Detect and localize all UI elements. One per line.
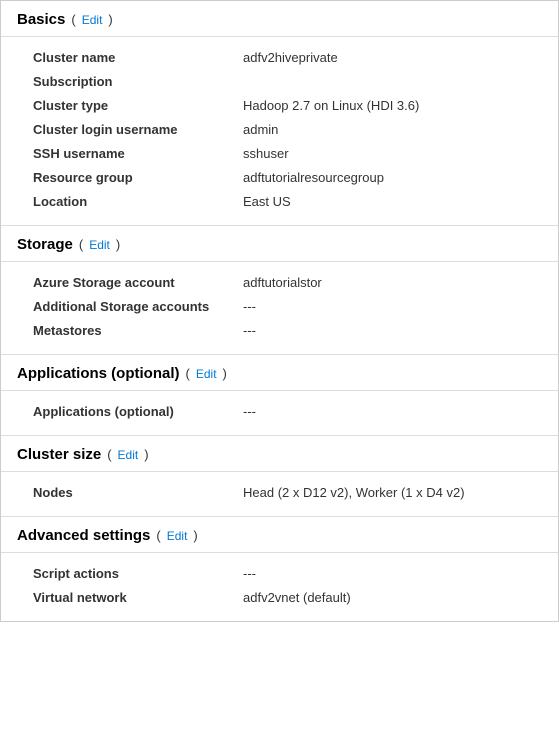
field-label: Virtual network [33, 589, 243, 605]
paren-close: ) [223, 366, 227, 381]
field-value: adftutorialstor [243, 274, 542, 290]
paren-open: ( [156, 528, 160, 543]
section-header-advanced-settings: Advanced settings ( Edit) [1, 517, 558, 552]
edit-link-storage[interactable]: Edit [89, 238, 110, 252]
field-row: Additional Storage accounts--- [1, 294, 558, 318]
edit-link-cluster-size[interactable]: Edit [118, 448, 139, 462]
field-value: Head (2 x D12 v2), Worker (1 x D4 v2) [243, 484, 542, 500]
section-title-applications: Applications (optional) [17, 365, 180, 382]
field-label: Cluster login username [33, 121, 243, 137]
field-label: Location [33, 193, 243, 209]
paren-close: ) [144, 447, 148, 462]
field-label: Cluster name [33, 49, 243, 65]
field-value: East US [243, 193, 542, 209]
section-header-basics: Basics ( Edit) [1, 1, 558, 36]
field-row: Cluster nameadfv2hiveprivate [1, 45, 558, 69]
paren-open: ( [71, 12, 75, 27]
section-body-cluster-size: NodesHead (2 x D12 v2), Worker (1 x D4 v… [1, 471, 558, 516]
field-label: SSH username [33, 145, 243, 161]
field-value: adfv2hiveprivate [243, 49, 542, 65]
section-body-basics: Cluster nameadfv2hiveprivateSubscription… [1, 36, 558, 225]
section-title-cluster-size: Cluster size [17, 446, 101, 463]
field-label: Metastores [33, 322, 243, 338]
field-value: admin [243, 121, 542, 137]
field-value [243, 73, 542, 74]
field-label: Nodes [33, 484, 243, 500]
field-label: Script actions [33, 565, 243, 581]
field-row: Script actions--- [1, 561, 558, 585]
field-value: adfv2vnet (default) [243, 589, 542, 605]
field-value: Hadoop 2.7 on Linux (HDI 3.6) [243, 97, 542, 113]
field-label: Cluster type [33, 97, 243, 113]
section-body-applications: Applications (optional)--- [1, 390, 558, 435]
field-value: --- [243, 403, 542, 419]
edit-link-advanced-settings[interactable]: Edit [167, 529, 188, 543]
field-value: sshuser [243, 145, 542, 161]
field-row: Subscription [1, 69, 558, 93]
paren-close: ) [108, 12, 112, 27]
section-header-storage: Storage ( Edit) [1, 226, 558, 261]
paren-close: ) [193, 528, 197, 543]
section-title-advanced-settings: Advanced settings [17, 527, 150, 544]
field-row: Cluster typeHadoop 2.7 on Linux (HDI 3.6… [1, 93, 558, 117]
section-applications: Applications (optional) (Edit)Applicatio… [1, 355, 558, 435]
field-row: NodesHead (2 x D12 v2), Worker (1 x D4 v… [1, 480, 558, 504]
section-title-basics: Basics [17, 11, 65, 28]
field-row: SSH usernamesshuser [1, 141, 558, 165]
field-label: Additional Storage accounts [33, 298, 243, 314]
field-row: LocationEast US [1, 189, 558, 213]
field-value: adftutorialresourcegroup [243, 169, 542, 185]
paren-open: ( [79, 237, 83, 252]
field-row: Cluster login usernameadmin [1, 117, 558, 141]
section-body-advanced-settings: Script actions---Virtual networkadfv2vne… [1, 552, 558, 621]
field-row: Resource groupadftutorialresourcegroup [1, 165, 558, 189]
field-value: --- [243, 322, 542, 338]
edit-link-basics[interactable]: Edit [82, 13, 103, 27]
field-row: Applications (optional)--- [1, 399, 558, 423]
field-label: Azure Storage account [33, 274, 243, 290]
field-label: Resource group [33, 169, 243, 185]
section-advanced-settings: Advanced settings ( Edit) Script actions--… [1, 517, 558, 621]
section-header-cluster-size: Cluster size ( Edit) [1, 436, 558, 471]
section-cluster-size: Cluster size ( Edit) NodesHead (2 x D12 v2… [1, 436, 558, 516]
paren-open: ( [107, 447, 111, 462]
section-body-storage: Azure Storage accountadftutorialstorAddi… [1, 261, 558, 354]
field-value: --- [243, 298, 542, 314]
field-label: Subscription [33, 73, 243, 89]
paren-close: ) [116, 237, 120, 252]
field-row: Virtual networkadfv2vnet (default) [1, 585, 558, 609]
section-storage: Storage ( Edit) Azure Storage accountadftu… [1, 226, 558, 354]
section-title-storage: Storage [17, 236, 73, 253]
field-row: Azure Storage accountadftutorialstor [1, 270, 558, 294]
field-label: Applications (optional) [33, 403, 243, 419]
edit-link-applications[interactable]: Edit [196, 367, 217, 381]
section-header-applications: Applications (optional) ( Edit) [1, 355, 558, 390]
page-container: Basics ( Edit) Cluster nameadfv2hiveprivat… [0, 0, 559, 622]
field-row: Metastores--- [1, 318, 558, 342]
section-basics: Basics ( Edit) Cluster nameadfv2hiveprivat… [1, 1, 558, 225]
paren-open: ( [186, 366, 190, 381]
field-value: --- [243, 565, 542, 581]
